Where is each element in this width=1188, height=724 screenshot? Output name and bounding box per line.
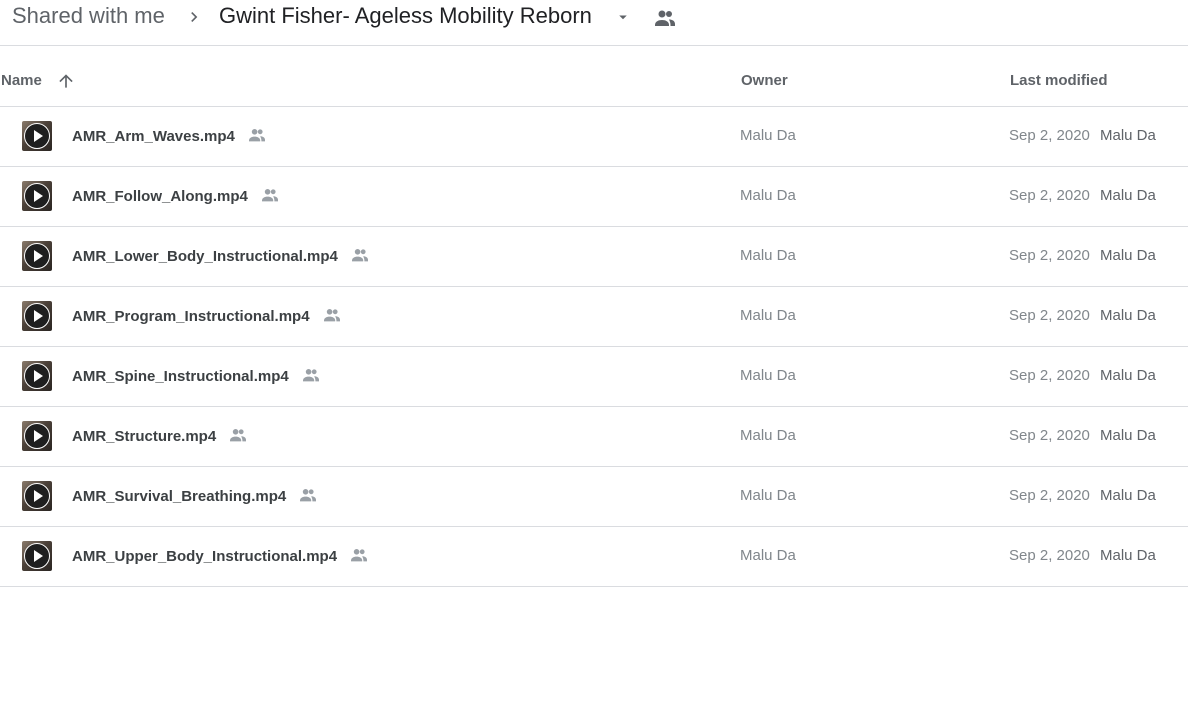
column-header-name[interactable]: Name bbox=[1, 72, 42, 89]
video-thumbnail bbox=[22, 481, 52, 511]
file-list: AMR_Arm_Waves.mp4 Malu Da Sep 2, 2020 Ma… bbox=[0, 107, 1188, 587]
play-icon bbox=[24, 543, 50, 569]
file-modified-by: Malu Da bbox=[1100, 307, 1156, 324]
file-modified-date: Sep 2, 2020 bbox=[1009, 247, 1090, 264]
people-icon bbox=[248, 129, 265, 142]
file-modified-by: Malu Da bbox=[1100, 427, 1156, 444]
column-header-last-modified[interactable]: Last modified bbox=[1010, 72, 1108, 89]
file-owner: Malu Da bbox=[740, 547, 796, 564]
file-modified-date: Sep 2, 2020 bbox=[1009, 307, 1090, 324]
file-name: AMR_Structure.mp4 bbox=[72, 428, 217, 445]
people-icon bbox=[323, 309, 340, 322]
file-owner: Malu Da bbox=[740, 367, 796, 384]
file-modified-by: Malu Da bbox=[1100, 547, 1156, 564]
arrow-up-icon[interactable] bbox=[56, 71, 76, 91]
file-name: AMR_Program_Instructional.mp4 bbox=[72, 308, 310, 325]
file-row[interactable]: AMR_Arm_Waves.mp4 Malu Da Sep 2, 2020 Ma… bbox=[0, 107, 1188, 167]
file-row[interactable]: AMR_Follow_Along.mp4 Malu Da Sep 2, 2020… bbox=[0, 167, 1188, 227]
people-icon bbox=[300, 489, 317, 502]
file-owner: Malu Da bbox=[740, 487, 796, 504]
file-row[interactable]: AMR_Structure.mp4 Malu Da Sep 2, 2020 Ma… bbox=[0, 407, 1188, 467]
file-modified-date: Sep 2, 2020 bbox=[1009, 427, 1090, 444]
video-thumbnail bbox=[22, 361, 52, 391]
video-thumbnail bbox=[22, 421, 52, 451]
video-thumbnail bbox=[22, 241, 52, 271]
video-thumbnail bbox=[22, 121, 52, 151]
column-header-owner[interactable]: Owner bbox=[741, 72, 788, 89]
play-icon bbox=[24, 243, 50, 269]
chevron-right-icon bbox=[191, 12, 198, 22]
video-thumbnail bbox=[22, 541, 52, 571]
file-modified-by: Malu Da bbox=[1100, 247, 1156, 264]
file-name: AMR_Upper_Body_Instructional.mp4 bbox=[72, 548, 338, 565]
play-icon bbox=[24, 363, 50, 389]
file-owner: Malu Da bbox=[740, 127, 796, 144]
file-name: AMR_Follow_Along.mp4 bbox=[72, 188, 248, 205]
file-modified-date: Sep 2, 2020 bbox=[1009, 487, 1090, 504]
file-owner: Malu Da bbox=[740, 247, 796, 264]
people-icon bbox=[230, 429, 247, 442]
file-name: AMR_Arm_Waves.mp4 bbox=[72, 128, 235, 145]
caret-down-icon[interactable] bbox=[614, 8, 632, 26]
people-icon bbox=[261, 189, 278, 202]
file-row[interactable]: AMR_Lower_Body_Instructional.mp4 Malu Da… bbox=[0, 227, 1188, 287]
file-owner: Malu Da bbox=[740, 427, 796, 444]
file-name: AMR_Lower_Body_Instructional.mp4 bbox=[72, 248, 338, 265]
video-thumbnail bbox=[22, 181, 52, 211]
play-icon bbox=[24, 183, 50, 209]
play-icon bbox=[24, 483, 50, 509]
play-icon bbox=[24, 123, 50, 149]
people-icon bbox=[351, 249, 368, 262]
play-icon bbox=[24, 423, 50, 449]
play-icon bbox=[24, 303, 50, 329]
file-list-header: Name Owner Last modified bbox=[0, 46, 1188, 107]
breadcrumb: Shared with me Gwint Fisher- Ageless Mob… bbox=[0, 0, 1188, 46]
file-row[interactable]: AMR_Program_Instructional.mp4 Malu Da Se… bbox=[0, 287, 1188, 347]
file-modified-date: Sep 2, 2020 bbox=[1009, 127, 1090, 144]
people-icon bbox=[351, 549, 368, 562]
breadcrumb-current-folder[interactable]: Gwint Fisher- Ageless Mobility Reborn bbox=[219, 3, 592, 29]
file-modified-by: Malu Da bbox=[1100, 187, 1156, 204]
file-modified-by: Malu Da bbox=[1100, 127, 1156, 144]
file-name: AMR_Survival_Breathing.mp4 bbox=[72, 488, 287, 505]
file-modified-by: Malu Da bbox=[1100, 487, 1156, 504]
file-owner: Malu Da bbox=[740, 307, 796, 324]
file-modified-date: Sep 2, 2020 bbox=[1009, 547, 1090, 564]
file-modified-by: Malu Da bbox=[1100, 367, 1156, 384]
people-icon bbox=[302, 369, 319, 382]
file-owner: Malu Da bbox=[740, 187, 796, 204]
file-modified-date: Sep 2, 2020 bbox=[1009, 367, 1090, 384]
file-modified-date: Sep 2, 2020 bbox=[1009, 187, 1090, 204]
video-thumbnail bbox=[22, 301, 52, 331]
breadcrumb-shared-with-me[interactable]: Shared with me bbox=[12, 3, 165, 29]
file-row[interactable]: AMR_Spine_Instructional.mp4 Malu Da Sep … bbox=[0, 347, 1188, 407]
file-row[interactable]: AMR_Survival_Breathing.mp4 Malu Da Sep 2… bbox=[0, 467, 1188, 527]
people-icon bbox=[655, 10, 675, 26]
file-row[interactable]: AMR_Upper_Body_Instructional.mp4 Malu Da… bbox=[0, 527, 1188, 587]
file-name: AMR_Spine_Instructional.mp4 bbox=[72, 368, 289, 385]
